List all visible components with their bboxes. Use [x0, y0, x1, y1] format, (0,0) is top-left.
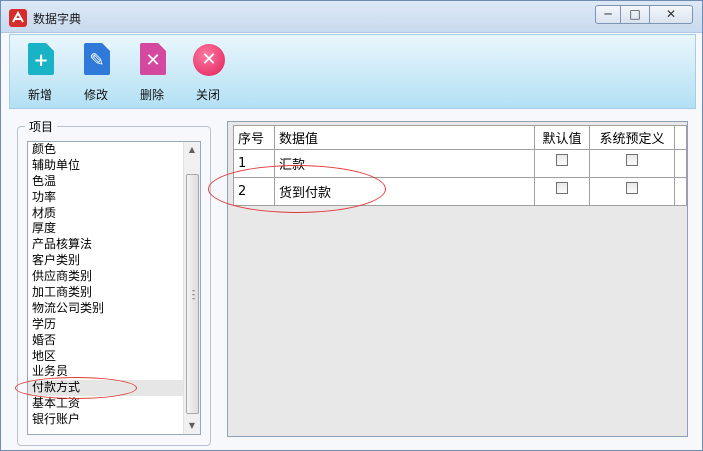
- list-item[interactable]: 辅助单位: [28, 158, 200, 174]
- edit-doc-icon: ✎: [81, 43, 111, 77]
- edit-button-label: 修改: [83, 88, 108, 102]
- edit-button[interactable]: ✎ 修改: [76, 43, 116, 103]
- list-item[interactable]: 学历: [28, 317, 200, 333]
- scroll-grip-icon: ---: [191, 286, 196, 304]
- list-item[interactable]: 客户类别: [28, 253, 200, 269]
- cell-default: [534, 177, 590, 206]
- predefined-checkbox[interactable]: [626, 153, 638, 166]
- list-item[interactable]: 颜色: [28, 142, 200, 158]
- close-button-label: 关闭: [195, 88, 220, 102]
- predefined-checkbox[interactable]: [626, 181, 638, 194]
- cell-filler: [674, 177, 687, 206]
- list-item[interactable]: 色温: [28, 174, 200, 190]
- scroll-down-arrow-icon[interactable]: ▼: [184, 418, 200, 434]
- add-doc-icon: +: [25, 43, 55, 77]
- list-item[interactable]: 产品核算法: [28, 237, 200, 253]
- list-item[interactable]: 供应商类别: [28, 269, 200, 285]
- list-item[interactable]: 物流公司类别: [28, 301, 200, 317]
- list-scrollbar[interactable]: ▲ --- ▼: [183, 142, 200, 434]
- minimize-button[interactable]: ─: [595, 5, 621, 24]
- delete-button[interactable]: ✕ 删除: [132, 43, 172, 103]
- cell-predefined: [589, 149, 675, 178]
- close-window-button[interactable]: ✕: [649, 5, 693, 24]
- maximize-button[interactable]: □: [620, 5, 650, 24]
- toolbar: + 新增 ✎ 修改 ✕ 删除 ✕ 关闭: [9, 34, 696, 109]
- list-item[interactable]: 加工商类别: [28, 285, 200, 301]
- scroll-up-arrow-icon[interactable]: ▲: [184, 142, 200, 158]
- list-item[interactable]: 基本工资: [28, 396, 200, 412]
- delete-button-label: 删除: [139, 88, 164, 102]
- close-button[interactable]: ✕ 关闭: [188, 43, 228, 103]
- add-button[interactable]: + 新增: [20, 43, 60, 103]
- column-header-predefined[interactable]: 系统预定义: [589, 125, 675, 150]
- title-bar: 数据字典 ─ □ ✕: [1, 1, 702, 33]
- cell-predefined: [589, 177, 675, 206]
- app-logo-icon: [9, 9, 27, 27]
- list-item[interactable]: 功率: [28, 190, 200, 206]
- table-header-row: 序号 数据值 默认值 系统预定义: [233, 125, 687, 150]
- column-header-default[interactable]: 默认值: [534, 125, 590, 150]
- items-group-label: 项目: [25, 118, 58, 135]
- column-header-filler: [674, 125, 687, 150]
- list-item[interactable]: 婚否: [28, 333, 200, 349]
- cell-default: [534, 149, 590, 178]
- annotation-circle-cash-on-delivery: [208, 165, 386, 213]
- column-header-index[interactable]: 序号: [233, 125, 275, 150]
- cell-filler: [674, 149, 687, 178]
- default-checkbox[interactable]: [556, 181, 568, 194]
- annotation-circle-payment-method: [15, 377, 137, 399]
- default-checkbox[interactable]: [556, 153, 568, 166]
- list-item[interactable]: 银行账户: [28, 412, 200, 428]
- delete-doc-icon: ✕: [137, 43, 167, 77]
- data-dictionary-window: 数据字典 ─ □ ✕ + 新增 ✎ 修改 ✕ 删除 ✕ 关闭 项目 颜色 辅助单…: [0, 0, 703, 451]
- list-item[interactable]: 地区: [28, 349, 200, 365]
- list-item[interactable]: 材质: [28, 206, 200, 222]
- list-item[interactable]: 厚度: [28, 221, 200, 237]
- add-button-label: 新增: [27, 88, 52, 102]
- close-circle-icon: ✕: [193, 43, 225, 77]
- window-title: 数据字典: [33, 12, 82, 26]
- column-header-value[interactable]: 数据值: [274, 125, 535, 150]
- scroll-thumb[interactable]: ---: [186, 174, 199, 414]
